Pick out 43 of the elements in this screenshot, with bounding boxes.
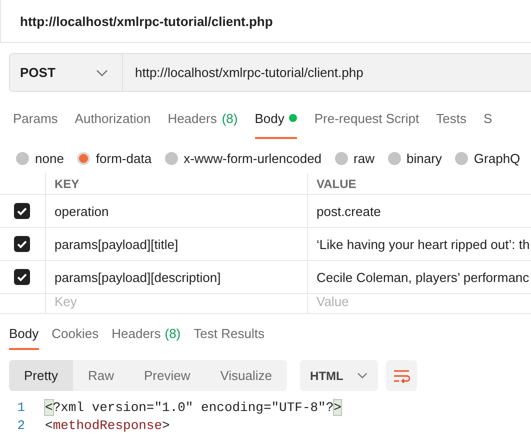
- radio-label: none: [35, 150, 64, 166]
- response-tab[interactable]: Test Results: [194, 318, 264, 350]
- key-cell[interactable]: params[payload][description]: [45, 260, 307, 294]
- response-tab[interactable]: Cookies: [52, 318, 99, 350]
- request-tab[interactable]: S: [483, 99, 492, 139]
- radio-button[interactable]: [334, 152, 348, 164]
- response-tab[interactable]: Headers (8): [112, 318, 181, 350]
- view-mode-tab[interactable]: Pretty: [9, 360, 73, 391]
- radio-label: binary: [406, 150, 442, 166]
- request-tab[interactable]: Tests: [436, 99, 466, 139]
- radio-button[interactable]: [164, 152, 178, 164]
- format-dropdown[interactable]: HTML: [300, 360, 378, 391]
- key-cell[interactable]: operation: [45, 194, 307, 228]
- radio-label: raw: [354, 150, 374, 166]
- key-cell[interactable]: params[payload][title]: [45, 228, 307, 260]
- radio-button[interactable]: [454, 152, 468, 164]
- request-tab[interactable]: Authorization: [74, 99, 151, 139]
- radio-label: GraphQ: [474, 150, 520, 166]
- checkbox[interactable]: [14, 269, 30, 286]
- column-header: KEY: [45, 173, 307, 194]
- checkbox[interactable]: [14, 236, 30, 252]
- request-tab[interactable]: Headers (8): [168, 99, 238, 139]
- view-mode-tab[interactable]: Raw: [72, 360, 129, 391]
- line-number: 2: [16, 418, 26, 432]
- radio-button[interactable]: [388, 152, 400, 164]
- checkbox[interactable]: [14, 203, 30, 220]
- view-mode-tab[interactable]: Preview: [128, 360, 206, 391]
- view-mode-tab[interactable]: Visualize: [205, 360, 288, 391]
- wrap-lines-button[interactable]: [386, 360, 418, 391]
- request-tab[interactable]: Pre-request Script: [314, 99, 420, 139]
- radio-button[interactable]: [76, 152, 90, 164]
- request-tab[interactable]: Params: [13, 99, 58, 139]
- line-number: 1: [16, 400, 26, 414]
- radio-button[interactable]: [16, 152, 29, 164]
- radio-label: form-data: [96, 150, 152, 166]
- request-tab[interactable]: Body: [254, 99, 298, 139]
- wrap-lines-icon: [393, 368, 410, 382]
- response-tab[interactable]: Body: [9, 318, 39, 350]
- radio-label: x-www-form-urlencoded: [184, 150, 322, 166]
- chevron-down-icon: [357, 372, 368, 379]
- code-line: <?xml version="1.0" encoding="UTF-8"?>: [45, 398, 342, 416]
- window-title: http://localhost/xmlrpc-tutorial/client.php: [20, 14, 273, 28]
- code-line: <methodResponse>: [45, 416, 170, 434]
